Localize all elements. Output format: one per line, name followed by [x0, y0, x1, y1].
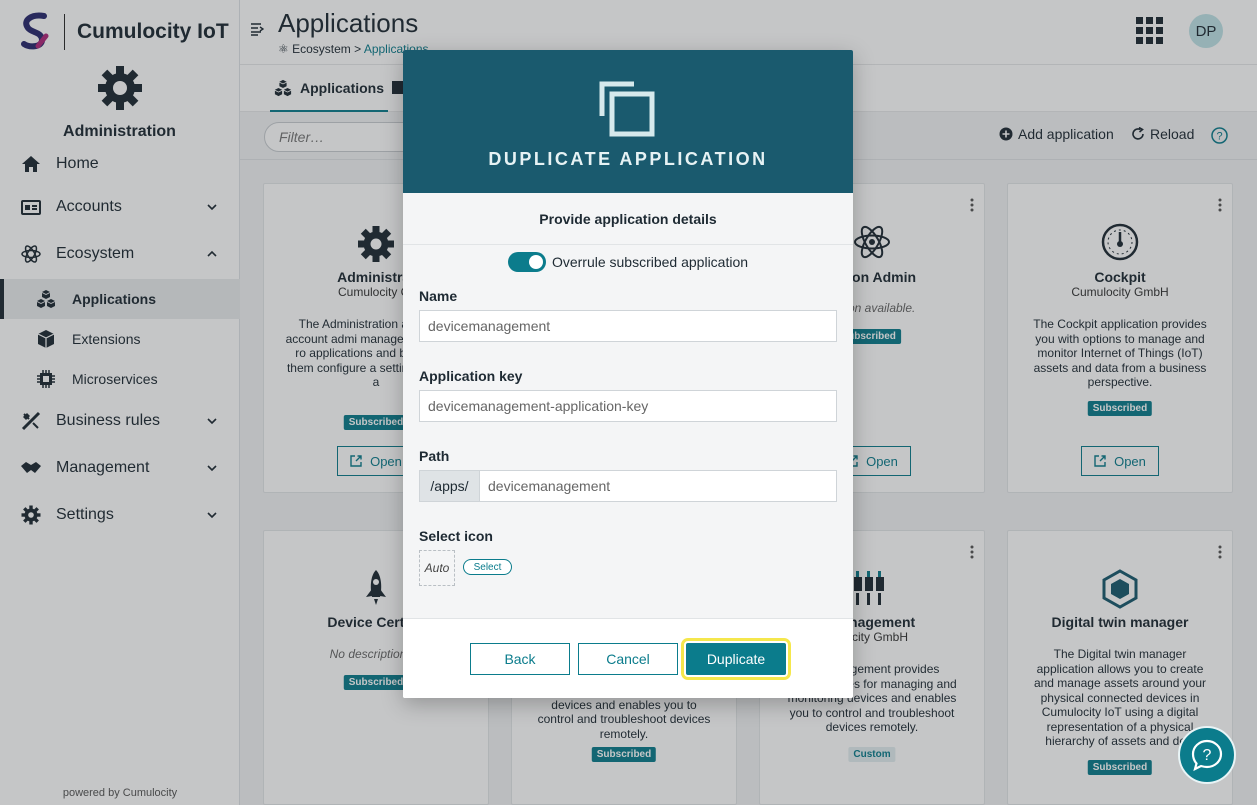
name-input[interactable]: devicemanagement [419, 310, 837, 342]
path-input[interactable]: devicemanagement [480, 470, 837, 502]
name-label: Name [419, 288, 458, 304]
path-label: Path [419, 448, 450, 464]
overrule-toggle[interactable] [507, 252, 546, 272]
dialog-title: DUPLICATE APPLICATION [488, 149, 768, 169]
help-fab-button[interactable]: ? [1178, 726, 1236, 784]
select-icon-button[interactable]: Select [463, 559, 512, 575]
application-key-input[interactable]: devicemanagement-application-key [419, 390, 837, 422]
select-icon-label: Select icon [419, 528, 493, 544]
application-key-label: Application key [419, 368, 523, 384]
duplicate-icon [599, 81, 655, 137]
path-field: /apps/ devicemanagement [419, 470, 837, 502]
help-chat-icon: ? [1191, 739, 1223, 772]
overrule-toggle-row: Overrule subscribed application [403, 245, 853, 279]
path-prefix: /apps/ [419, 470, 480, 502]
svg-text:?: ? [1203, 747, 1212, 764]
duplicate-button[interactable]: Duplicate [681, 638, 791, 680]
icon-preview: Auto [419, 550, 455, 586]
dialog-body: Provide application details Overrule sub… [403, 193, 853, 618]
cancel-button[interactable]: Cancel [578, 643, 678, 675]
duplicate-application-dialog: DUPLICATE APPLICATION Provide applicatio… [403, 50, 853, 698]
dialog-footer: Back Cancel Duplicate [403, 618, 853, 698]
back-button[interactable]: Back [470, 643, 570, 675]
dialog-subtitle: Provide application details [403, 193, 853, 245]
dialog-header: DUPLICATE APPLICATION [403, 50, 853, 193]
overrule-toggle-label: Overrule subscribed application [551, 254, 749, 270]
